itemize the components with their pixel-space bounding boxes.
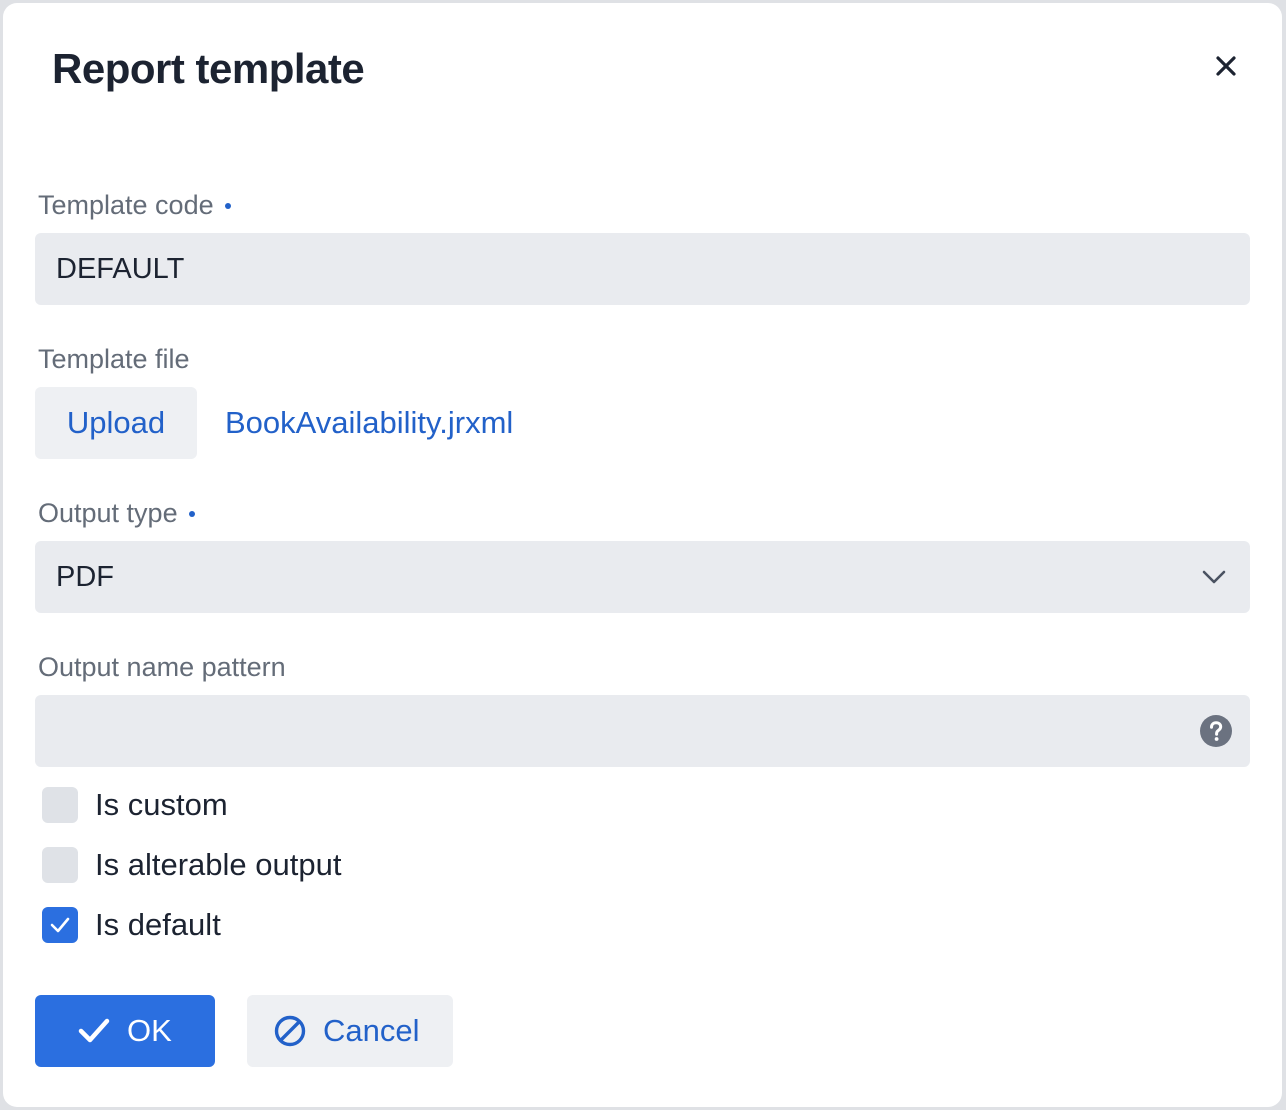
template-code-input[interactable]: DEFAULT: [35, 233, 1250, 305]
is-alterable-output-checkbox[interactable]: [42, 847, 78, 883]
output-type-value: PDF: [56, 561, 114, 593]
template-code-value: DEFAULT: [56, 253, 185, 285]
template-file-label: Template file: [38, 344, 190, 374]
required-indicator: [188, 510, 195, 517]
ok-button-label: OK: [127, 1013, 172, 1048]
output-name-pattern-label: Output name pattern: [38, 652, 286, 682]
output-type-select[interactable]: PDF: [35, 541, 1250, 613]
close-icon: [1216, 56, 1236, 76]
help-icon[interactable]: [1200, 715, 1232, 747]
check-icon: [50, 917, 70, 933]
is-custom-checkbox[interactable]: [42, 787, 78, 823]
check-icon: [78, 1018, 110, 1043]
ban-icon: [274, 1015, 306, 1047]
upload-button[interactable]: Upload: [35, 387, 197, 459]
is-default-checkbox[interactable]: [42, 907, 78, 943]
is-default-label: Is default: [95, 907, 221, 942]
chevron-down-icon: [1202, 570, 1226, 584]
required-indicator: [224, 202, 231, 209]
template-file-link[interactable]: BookAvailability.jrxml: [225, 387, 513, 459]
report-template-dialog: Report template Template code DEFAULT Te…: [3, 3, 1282, 1107]
cancel-button[interactable]: Cancel: [247, 995, 453, 1067]
dialog-title: Report template: [52, 45, 365, 92]
output-type-label-text: Output type: [38, 498, 178, 528]
template-code-label: Template code: [38, 188, 231, 222]
cancel-button-label: Cancel: [323, 1013, 420, 1048]
output-type-label: Output type: [38, 496, 195, 530]
is-alterable-output-label: Is alterable output: [95, 847, 342, 882]
ok-button[interactable]: OK: [35, 995, 215, 1067]
output-name-pattern-input[interactable]: [35, 695, 1250, 767]
is-custom-label: Is custom: [95, 787, 228, 822]
close-button[interactable]: [1209, 49, 1243, 83]
template-code-label-text: Template code: [38, 190, 214, 220]
